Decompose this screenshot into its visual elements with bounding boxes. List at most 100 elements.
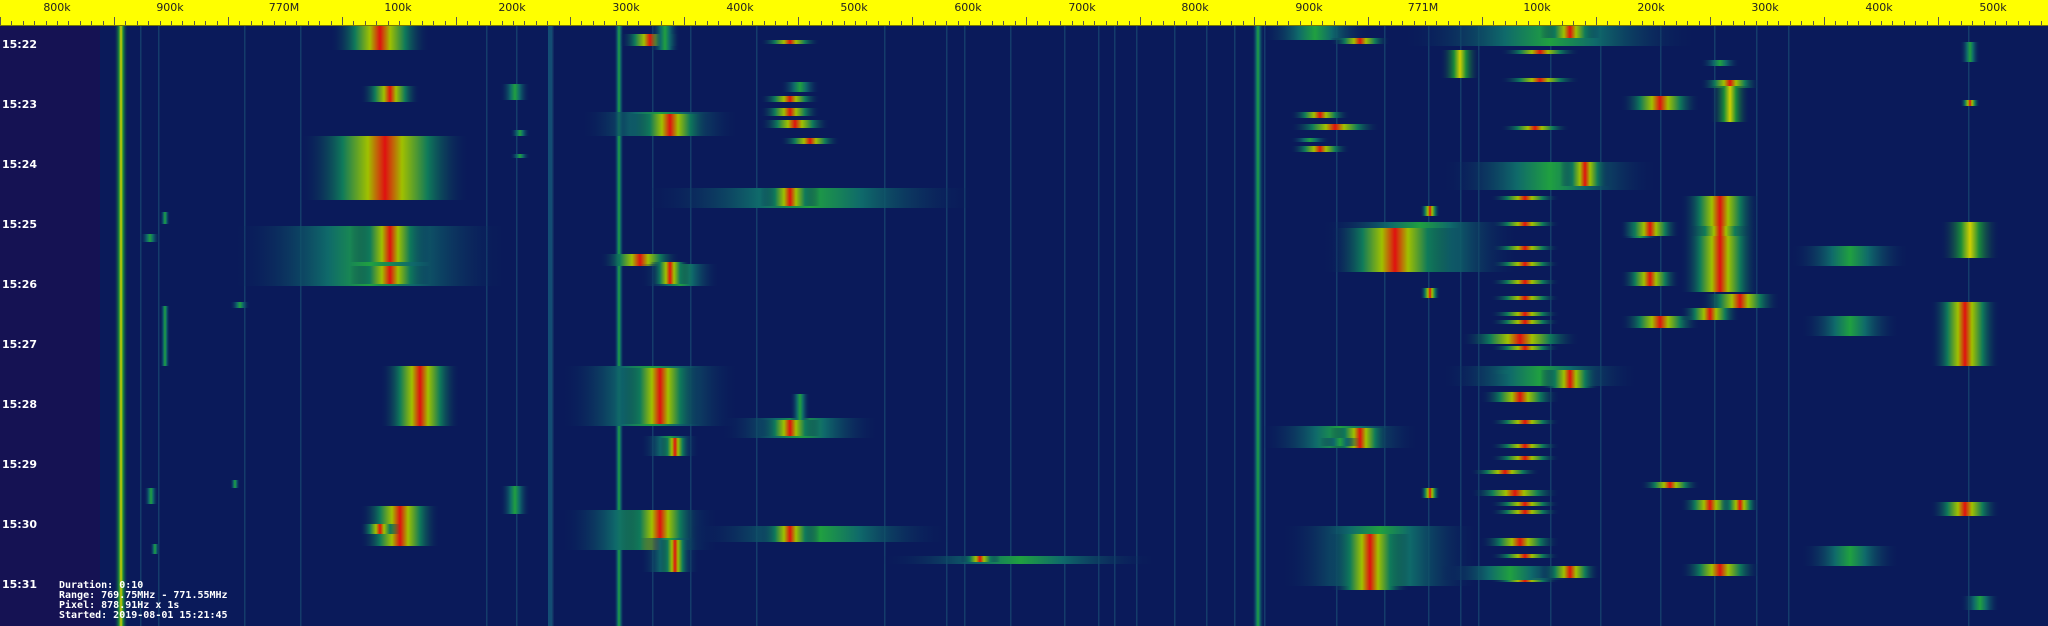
freq-tick-label: 200k	[498, 1, 526, 14]
time-label: 15:25	[2, 218, 38, 231]
ruler-tick	[935, 21, 936, 25]
carrier-line	[140, 26, 142, 626]
carrier-line	[964, 26, 966, 626]
ruler-tick	[1072, 21, 1073, 25]
carrier-line	[1114, 26, 1116, 626]
ruler-tick	[559, 21, 560, 25]
signal-burst	[1720, 500, 1760, 510]
ruler-tick	[730, 21, 731, 25]
continuous-signal	[1252, 26, 1264, 626]
ruler-tick	[752, 21, 753, 25]
signal-burst	[780, 138, 840, 144]
signal-burst	[1930, 302, 2000, 366]
ruler-tick	[1106, 21, 1107, 25]
signal-burst	[300, 136, 470, 200]
ruler-tick	[1003, 21, 1004, 25]
signal-burst	[760, 526, 820, 542]
ruler-tick	[1060, 21, 1061, 25]
carrier-line	[244, 26, 246, 626]
signal-burst	[1620, 222, 1680, 236]
time-label: 15:29	[2, 458, 38, 471]
time-label: 15:27	[2, 338, 38, 351]
ruler-tick	[11, 21, 12, 25]
signal-burst	[1800, 546, 1900, 566]
ruler-tick	[1573, 21, 1574, 25]
time-label: 15:28	[2, 398, 38, 411]
ruler-tick	[1892, 21, 1893, 25]
signal-burst	[160, 306, 170, 366]
ruler-tick	[1117, 21, 1118, 25]
signal-burst	[780, 82, 820, 92]
signal-burst	[650, 26, 680, 50]
signal-burst	[760, 96, 820, 102]
signal-burst	[350, 266, 430, 284]
ruler-tick	[1083, 21, 1084, 25]
freq-tick-label: 700k	[1068, 1, 1096, 14]
ruler-tick	[399, 21, 400, 25]
ruler-tick	[456, 17, 457, 25]
signal-burst	[350, 226, 430, 262]
ruler-tick	[171, 21, 172, 25]
ruler-tick	[1357, 21, 1358, 25]
carrier-line	[552, 26, 554, 626]
ruler-tick	[296, 21, 297, 25]
ruler-tick	[502, 21, 503, 25]
info-box: Duration: 0:10 Range: 769.75MHz - 771.55…	[59, 581, 228, 621]
ruler-tick	[1094, 21, 1095, 25]
ruler-tick	[1345, 21, 1346, 25]
ruler-tick	[1790, 21, 1791, 25]
ruler-tick	[1664, 21, 1665, 25]
ruler-tick	[365, 21, 366, 25]
ruler-tick	[1778, 21, 1779, 25]
ruler-tick	[832, 21, 833, 25]
freq-tick-label: 100k	[1523, 1, 1551, 14]
ruler-tick	[1744, 21, 1745, 25]
ruler-tick	[536, 21, 537, 25]
time-label: 15:22	[2, 38, 38, 51]
ruler-tick	[1015, 21, 1016, 25]
signal-burst	[1500, 50, 1580, 54]
ruler-tick	[661, 21, 662, 25]
freq-tick-label: 800k	[43, 1, 71, 14]
signal-burst	[1490, 262, 1560, 266]
ruler-tick	[958, 21, 959, 25]
ruler-tick	[1630, 21, 1631, 25]
ruler-tick	[1676, 21, 1677, 25]
ruler-tick	[479, 21, 480, 25]
freq-tick-label: 500k	[840, 1, 868, 14]
signal-burst	[660, 438, 690, 456]
signal-burst	[230, 480, 240, 488]
ruler-tick	[1949, 21, 1950, 25]
ruler-tick	[467, 21, 468, 25]
signal-burst	[1800, 316, 1900, 336]
signal-burst	[1540, 370, 1600, 388]
signal-burst	[1490, 296, 1560, 300]
ruler-tick	[809, 21, 810, 25]
ruler-tick	[1881, 21, 1882, 25]
signal-burst	[1460, 334, 1580, 344]
signal-burst	[1480, 392, 1560, 402]
ruler-tick	[1026, 17, 1027, 25]
time-label: 15:23	[2, 98, 38, 111]
ruler-tick	[308, 21, 309, 25]
ruler-tick	[1619, 21, 1620, 25]
ruler-tick	[1915, 21, 1916, 25]
ruler-tick	[1653, 21, 1654, 25]
ruler-tick	[34, 21, 35, 25]
signal-burst	[1790, 246, 1910, 266]
ruler-tick	[513, 21, 514, 25]
signal-burst	[510, 130, 530, 136]
ruler-tick	[1642, 21, 1643, 25]
ruler-tick	[342, 17, 343, 25]
ruler-tick	[1687, 21, 1688, 25]
time-label: 15:26	[2, 278, 38, 291]
ruler-tick	[707, 21, 708, 25]
ruler-tick	[1847, 21, 1848, 25]
carrier-line	[1600, 26, 1602, 626]
ruler-tick	[68, 21, 69, 25]
signal-burst	[360, 524, 400, 534]
ruler-tick	[593, 21, 594, 25]
signal-burst	[1700, 294, 1780, 308]
ruler-tick	[980, 21, 981, 25]
signal-burst	[880, 556, 1160, 564]
